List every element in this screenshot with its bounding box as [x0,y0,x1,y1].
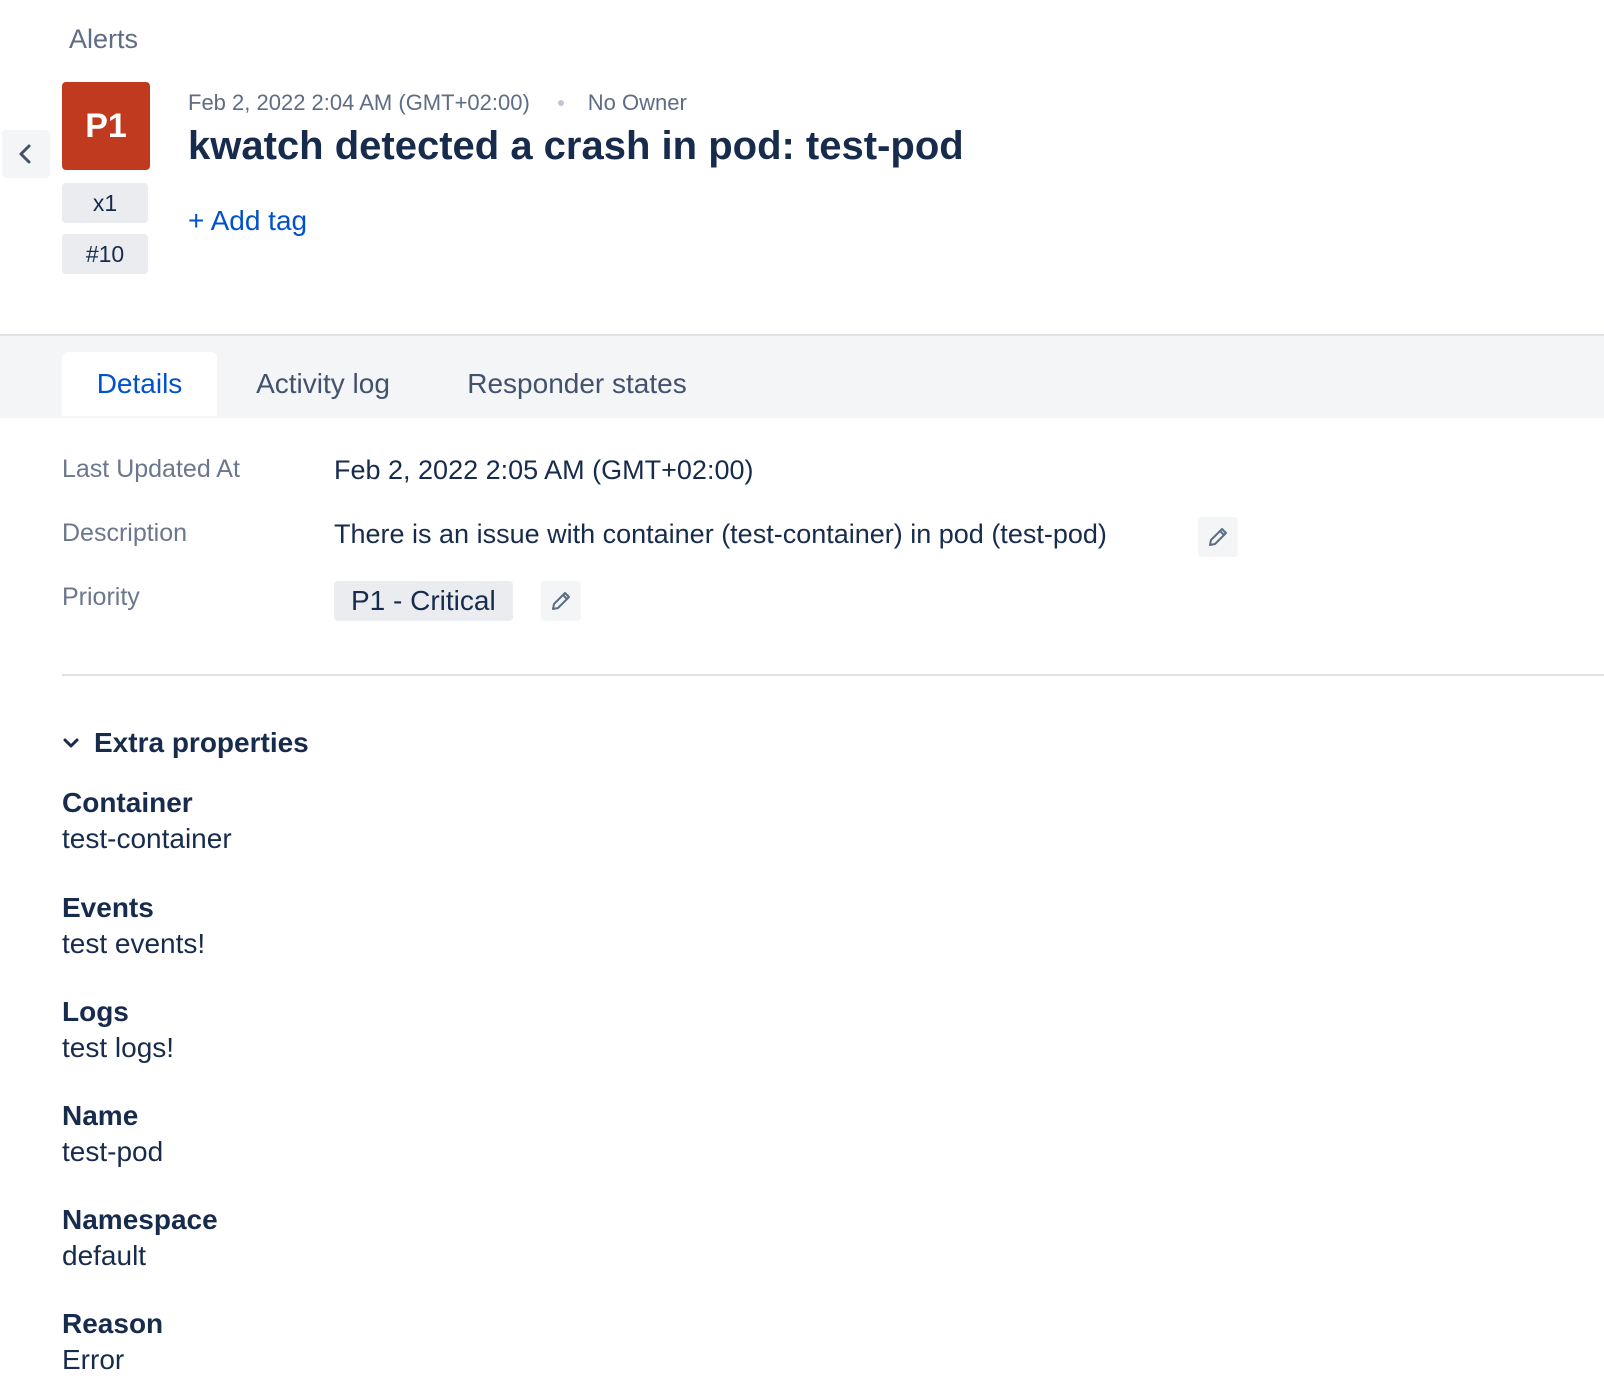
priority-tile: P1 [62,82,150,170]
owner-label[interactable]: No Owner [588,90,687,116]
add-tag-button[interactable]: + Add tag [188,205,307,237]
property-value: default [62,1240,147,1271]
property-value: test-container [62,823,232,854]
alert-title: kwatch detected a crash in pod: test-pod [188,124,964,168]
edit-description-button[interactable] [1198,517,1238,557]
created-timestamp: Feb 2, 2022 2:04 AM (GMT+02:00) [188,90,530,115]
property-key: Events [62,892,154,923]
alert-number-badge: #10 [62,234,148,274]
separator-dot [557,100,564,106]
property-key: Reason [62,1308,164,1339]
section-divider [62,674,1604,676]
alert-meta: Feb 2, 2022 2:04 AM (GMT+02:00) No Owner [188,90,687,116]
priority-value: P1 - Critical [334,581,513,621]
property-value: test-pod [62,1136,164,1167]
tab-activity-log[interactable]: Activity log [229,352,417,416]
chevron-left-icon [19,144,31,164]
description-label: Description [62,519,188,547]
extra-properties-title: Extra properties [94,727,309,758]
pencil-icon [1209,528,1227,546]
description-value: There is an issue with container (test-c… [334,519,1107,549]
chevron-down-icon [63,738,79,748]
last-updated-label: Last Updated At [62,455,240,483]
tab-responder-states[interactable]: Responder states [446,352,708,416]
property-key: Logs [62,996,129,1027]
property-key: Name [62,1100,139,1131]
property-value: test logs! [62,1032,175,1063]
extra-properties-toggle[interactable]: Extra properties [62,727,309,759]
edit-priority-button[interactable] [541,581,581,621]
tab-details[interactable]: Details [62,352,217,416]
property-key: Container [62,787,193,818]
count-badge: x1 [62,183,148,223]
last-updated-value: Feb 2, 2022 2:05 AM (GMT+02:00) [334,455,754,485]
pencil-icon [552,592,570,610]
property-key: Namespace [62,1204,218,1235]
back-button[interactable] [2,130,50,178]
property-value: test events! [62,928,206,959]
property-value: Error [62,1344,125,1375]
breadcrumb[interactable]: Alerts [69,24,138,55]
priority-label: Priority [62,583,140,611]
